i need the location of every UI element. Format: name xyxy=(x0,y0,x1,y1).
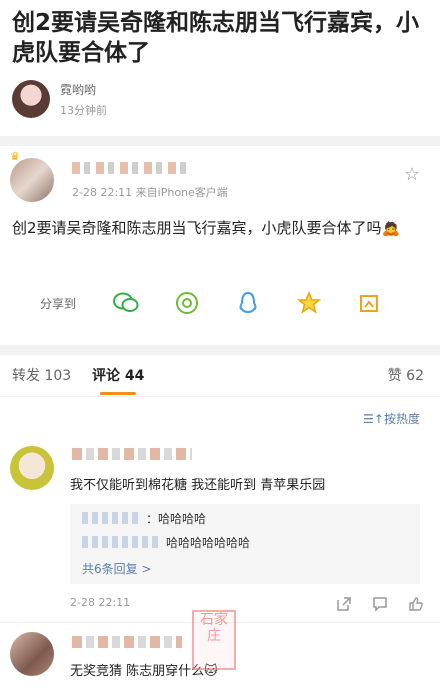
share-row: 分享到 xyxy=(0,288,440,318)
reply-box[interactable]: ：哈哈哈哈 哈哈哈哈哈哈哈 共6条回复 > xyxy=(70,504,420,584)
post-text: 创2要请吴奇隆和陈志朋当飞行嘉宾，小虎队要合体了吗🙇 xyxy=(12,219,401,237)
author-name[interactable]: 霓哟哟 xyxy=(60,81,107,98)
comment-text: 我不仅能听到棉花糖 我还能听到 青苹果乐园 xyxy=(70,478,326,493)
like-icon[interactable] xyxy=(406,594,426,614)
comment-author-blurred[interactable] xyxy=(72,636,182,648)
active-tab-indicator xyxy=(100,392,136,395)
more-replies-link[interactable]: 共6条回复 > xyxy=(82,560,152,577)
post-avatar[interactable] xyxy=(10,158,54,202)
author-avatar[interactable] xyxy=(12,80,50,118)
article-title: 创2要请吴奇隆和陈志朋当飞行嘉宾，小虎队要合体了 xyxy=(12,10,420,66)
star-icon[interactable]: ☆ xyxy=(404,164,420,185)
qq-icon[interactable] xyxy=(234,289,262,317)
wechat-icon[interactable] xyxy=(112,289,140,317)
reply-author-blurred[interactable] xyxy=(82,536,162,548)
section-divider xyxy=(0,136,440,146)
moments-icon[interactable] xyxy=(173,289,201,317)
reply-text: 哈哈哈哈哈哈哈 xyxy=(166,536,251,550)
tab-likes[interactable]: 赞 62 xyxy=(388,365,424,385)
share-icon[interactable] xyxy=(334,594,354,614)
author-time: 13分钟前 xyxy=(60,103,107,117)
reply-text: ：哈哈哈哈 xyxy=(146,512,207,526)
comment-author-blurred[interactable] xyxy=(72,448,192,460)
section-divider xyxy=(0,345,440,355)
tab-comments[interactable]: 评论 44 xyxy=(92,365,144,385)
comment-avatar[interactable] xyxy=(10,632,54,676)
comment-avatar[interactable] xyxy=(10,446,54,490)
crown-icon: ♛ xyxy=(10,150,20,163)
weibo-post: ♛ 2-28 22:11 来自iPhone客户端 ☆ 创2要请吴奇隆和陈志朋当飞… xyxy=(0,146,440,336)
interaction-tabs: 转发 103 评论 44 赞 62 xyxy=(0,365,440,395)
comment-icon[interactable] xyxy=(370,594,390,614)
reply-author-blurred[interactable] xyxy=(82,512,142,524)
tabs-divider xyxy=(0,396,440,397)
post-meta: 2-28 22:11 来自iPhone客户端 xyxy=(72,186,228,199)
watermark-stamp: 石家庄 xyxy=(192,610,236,670)
comment-time: 2-28 22:11 xyxy=(70,596,131,609)
screenshot-icon[interactable] xyxy=(356,289,384,317)
post-author-name-blurred[interactable] xyxy=(72,162,192,174)
author-block[interactable]: 霓哟哟 13分钟前 xyxy=(12,80,107,118)
comment-actions xyxy=(318,594,426,614)
qzone-icon[interactable] xyxy=(295,289,323,317)
tab-repost[interactable]: 转发 103 xyxy=(12,365,71,385)
sort-by-hot-button[interactable]: ☰↑按热度 xyxy=(363,410,420,427)
share-label: 分享到 xyxy=(40,296,77,311)
